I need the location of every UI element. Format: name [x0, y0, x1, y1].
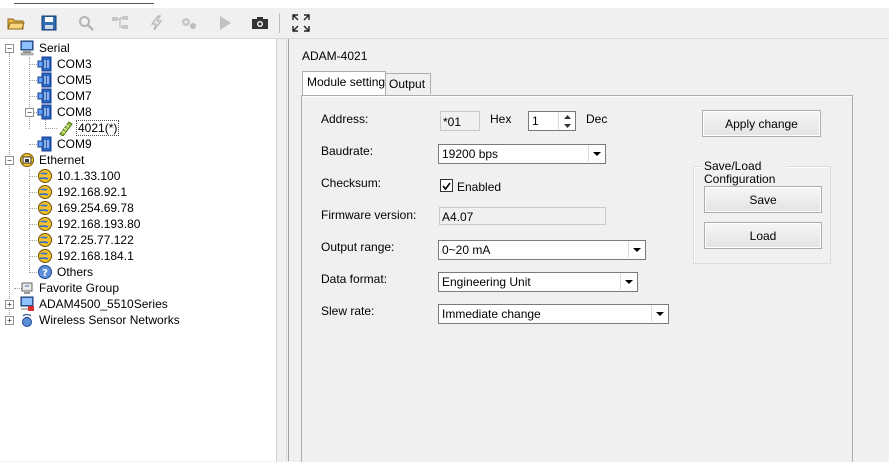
com-port-icon [37, 136, 53, 152]
module-title: ADAM-4021 [302, 49, 368, 63]
apply-change-button[interactable]: Apply change [702, 110, 821, 137]
com-port-icon [37, 72, 53, 88]
open-folder-icon[interactable] [5, 12, 27, 34]
lightning-icon[interactable] [145, 12, 167, 34]
controller-icon [19, 296, 35, 312]
pane-splitter[interactable] [277, 39, 287, 461]
tab-module-setting[interactable]: Module setting [302, 71, 386, 95]
menu-bar [0, 0, 889, 8]
tree-node-ip-172-25-77-122[interactable]: 172.25.77.122 [37, 232, 135, 248]
computer-icon [19, 40, 35, 56]
stepper-up-icon[interactable] [559, 112, 575, 121]
tree-node-ip-192-168-184-1[interactable]: 192.168.184.1 [37, 248, 135, 264]
load-button[interactable]: Load [704, 222, 822, 249]
hex-label: Hex [490, 112, 512, 126]
save-load-title: Save/Load Configuration [702, 160, 786, 186]
wireless-icon [19, 312, 35, 328]
tree-node-ip-192-168-193-80[interactable]: 192.168.193.80 [37, 216, 141, 232]
com-port-icon [37, 56, 53, 72]
tree-node-ethernet[interactable]: Ethernet [19, 152, 85, 168]
favorite-group-icon [19, 280, 35, 296]
play-icon[interactable] [214, 12, 236, 34]
baudrate-label: Baudrate: [321, 144, 374, 158]
checksum-label: Checksum: [321, 176, 382, 190]
tree-node-com3[interactable]: COM3 [37, 56, 93, 72]
globe-icon [37, 184, 53, 200]
globe-icon [37, 216, 53, 232]
svg-text:?: ? [42, 268, 48, 279]
tab-output[interactable]: Output [384, 73, 431, 94]
com-port-icon [37, 88, 53, 104]
globe-icon [37, 168, 53, 184]
chevron-down-icon [651, 306, 667, 322]
com-port-icon [37, 104, 53, 120]
globe-icon [37, 200, 53, 216]
checkmark-icon [442, 182, 451, 190]
tree-node-com9[interactable]: COM9 [37, 136, 93, 152]
ethernet-icon [19, 152, 35, 168]
globe-icon [37, 248, 53, 264]
camera-icon[interactable] [249, 12, 271, 34]
data-format-label: Data format: [321, 272, 388, 286]
expand-wsn-toggle[interactable]: + [5, 316, 14, 325]
module-panel: ADAM-4021 Module setting Output Address:… [288, 39, 889, 462]
module-setting-page: Address: *01 Hex 1 Dec Baudrate: 19200 b… [301, 95, 853, 462]
output-range-select[interactable]: 0~20 mA [438, 240, 646, 260]
collapse-serial-toggle[interactable]: − [5, 44, 14, 53]
firmware-label: Firmware version: [321, 208, 417, 222]
fullscreen-icon[interactable] [290, 12, 312, 34]
firmware-field: A4.07 [439, 207, 606, 225]
toolbar [0, 8, 889, 39]
chevron-down-icon [588, 146, 604, 162]
tree-node-wireless-sensor-networks[interactable]: Wireless Sensor Networks [19, 312, 181, 328]
tree-node-ip-169-254-69-78[interactable]: 169.254.69.78 [37, 200, 135, 216]
network-icon[interactable] [109, 12, 131, 34]
baudrate-select[interactable]: 19200 bps [438, 144, 606, 164]
tree-node-favorite-group[interactable]: Favorite Group [19, 280, 120, 296]
data-format-select[interactable]: Engineering Unit [438, 272, 638, 292]
tree-node-com5[interactable]: COM5 [37, 72, 93, 88]
chevron-down-icon [628, 242, 644, 258]
tree-node-ip-192-168-92-1[interactable]: 192.168.92.1 [37, 184, 128, 200]
address-hex-field[interactable]: *01 [440, 111, 480, 131]
expand-adam4500-toggle[interactable]: + [5, 300, 14, 309]
address-label: Address: [321, 112, 369, 126]
dec-label: Dec [586, 112, 608, 126]
checksum-enabled-label: Enabled [457, 180, 502, 194]
device-tree: − Serial COM3 COM5 COM7 − COM8 4021(*) C… [0, 39, 277, 461]
checksum-checkbox[interactable] [440, 179, 453, 192]
tree-node-ip-10-1-33-100[interactable]: 10.1.33.100 [37, 168, 121, 184]
slew-rate-select[interactable]: Immediate change [438, 304, 669, 324]
toolbar-separator [279, 13, 280, 33]
chevron-down-icon [620, 274, 636, 290]
search-icon[interactable] [75, 12, 97, 34]
save-load-group: Save/Load Configuration Save Load [693, 160, 831, 264]
tree-node-others[interactable]: ? Others [37, 264, 94, 280]
output-range-label: Output range: [321, 240, 395, 254]
collapse-com8-toggle[interactable]: − [25, 108, 34, 117]
tree-node-com7[interactable]: COM7 [37, 88, 93, 104]
gears-icon[interactable] [178, 12, 200, 34]
tree-node-adam4500-5510series[interactable]: ADAM4500_5510Series [19, 296, 169, 312]
address-dec-stepper[interactable]: 1 [528, 111, 576, 131]
globe-icon [37, 232, 53, 248]
slew-rate-label: Slew rate: [321, 304, 375, 318]
help-globe-icon: ? [37, 264, 53, 280]
stepper-down-icon[interactable] [559, 121, 575, 130]
save-disk-icon[interactable] [38, 12, 60, 34]
collapse-ethernet-toggle[interactable]: − [5, 156, 14, 165]
save-button[interactable]: Save [704, 186, 822, 213]
tree-node-com8[interactable]: COM8 [37, 104, 93, 120]
tree-node-serial[interactable]: Serial [19, 40, 71, 56]
tree-node-module-4021[interactable]: 4021(*) [57, 120, 120, 137]
module-icon [57, 120, 73, 137]
